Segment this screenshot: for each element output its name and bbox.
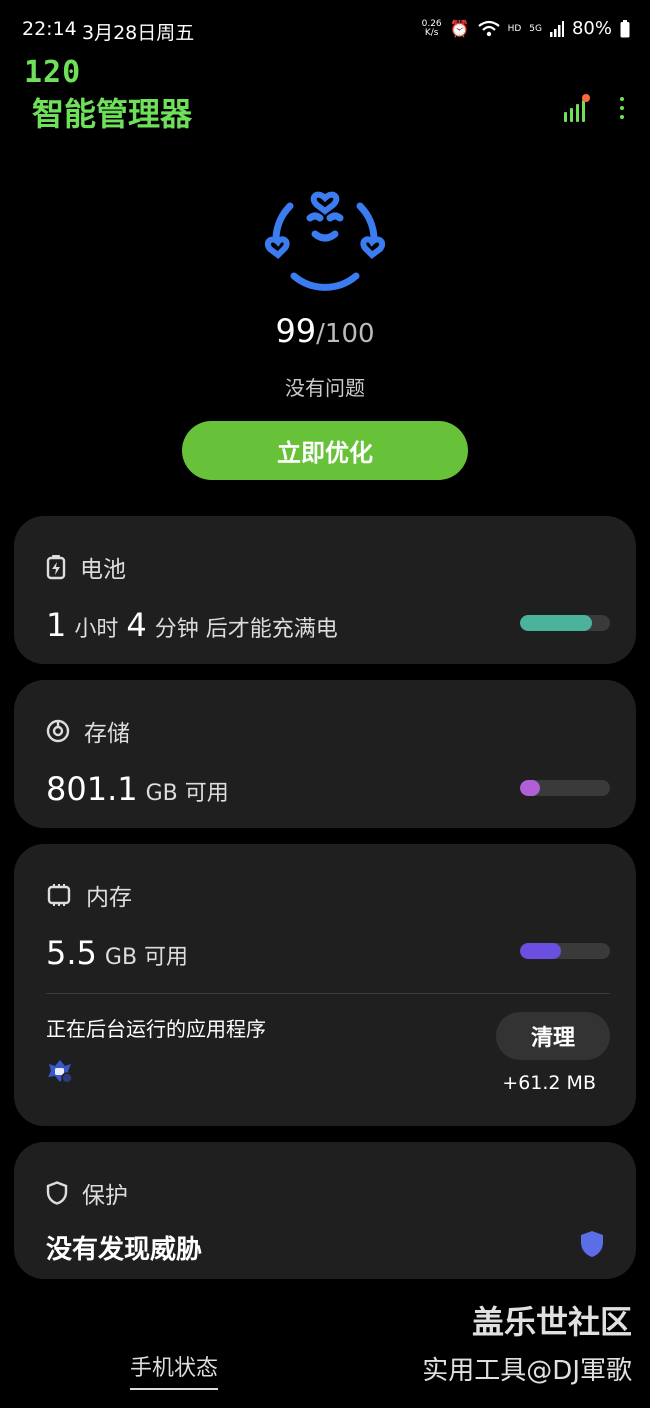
clean-button[interactable]: 清理	[496, 1012, 610, 1060]
score-max: /100	[316, 319, 375, 349]
memory-usage-bar	[520, 943, 610, 959]
protection-card[interactable]: 保护 没有发现威胁	[14, 1142, 636, 1279]
watermark-community: 盖乐世社区	[471, 1303, 632, 1341]
memory-chip-icon	[47, 884, 71, 906]
storage-card-title: 存储	[84, 721, 130, 747]
fps-counter: 120	[24, 55, 82, 90]
storage-card[interactable]: 存储 801.1 GB 可用	[14, 680, 636, 828]
shield-filled-icon	[581, 1231, 603, 1257]
device-score: 99/100	[0, 312, 650, 350]
shield-outline-icon	[46, 1181, 68, 1205]
network-type: 5G	[529, 23, 542, 34]
protection-status: 没有发现威胁	[46, 1235, 203, 1265]
status-bar: 22:14 3月28日周五 0.26 K/s ⏰ HD 5G 80%	[0, 0, 650, 60]
battery-card-title: 电池	[80, 557, 126, 583]
tab-phone-status[interactable]: 手机状态	[130, 1350, 219, 1390]
memory-card[interactable]: 内存 5.5 GB 可用 正在后台运行的应用程序 清理 +61.2 MB	[14, 844, 636, 1126]
divider	[46, 993, 610, 994]
score-value: 99	[275, 312, 317, 350]
stats-icon[interactable]	[564, 94, 590, 122]
optimize-now-button[interactable]: 立即优化	[182, 421, 468, 480]
signal-icon	[549, 20, 564, 37]
background-app-icon	[48, 1060, 73, 1084]
background-apps-title: 正在后台运行的应用程序	[46, 1017, 266, 1041]
memory-available: 5.5 GB 可用	[46, 934, 189, 972]
watermark-author: 实用工具@DJ軍歌	[422, 1356, 632, 1386]
battery-icon	[620, 19, 630, 37]
protection-card-title: 保护	[82, 1183, 128, 1209]
status-time: 22:14	[22, 18, 77, 40]
protection-card-header: 保护	[46, 1176, 128, 1210]
header-actions	[564, 94, 624, 122]
battery-charging-icon	[46, 555, 66, 580]
storage-available: 801.1 GB 可用	[46, 770, 229, 808]
hd-indicator: HD	[507, 23, 522, 34]
smiley-face-icon	[264, 191, 386, 291]
memory-card-title: 内存	[86, 885, 132, 911]
more-options-icon[interactable]	[620, 97, 624, 119]
freed-memory: +61.2 MB	[502, 1072, 596, 1094]
storage-card-header: 存储	[46, 714, 130, 748]
battery-level-bar	[520, 615, 610, 631]
battery-charge-time: 1 小时 4 分钟 后才能充满电	[46, 606, 338, 644]
storage-icon	[46, 719, 70, 743]
memory-card-header: 内存	[46, 878, 132, 912]
wifi-icon	[477, 20, 500, 36]
battery-percent: 80%	[571, 18, 612, 39]
alarm-icon: ⏰	[449, 19, 470, 38]
net-speed: 0.26 K/s	[421, 18, 442, 38]
storage-usage-bar	[520, 780, 610, 796]
page-title: 智能管理器	[32, 95, 193, 133]
status-date: 3月28日周五	[82, 22, 195, 44]
status-icons: 0.26 K/s ⏰ HD 5G 80%	[422, 18, 630, 39]
device-status: 没有问题	[285, 376, 365, 400]
battery-card-header: 电池	[46, 550, 126, 584]
battery-card[interactable]: 电池 1 小时 4 分钟 后才能充满电	[14, 516, 636, 664]
